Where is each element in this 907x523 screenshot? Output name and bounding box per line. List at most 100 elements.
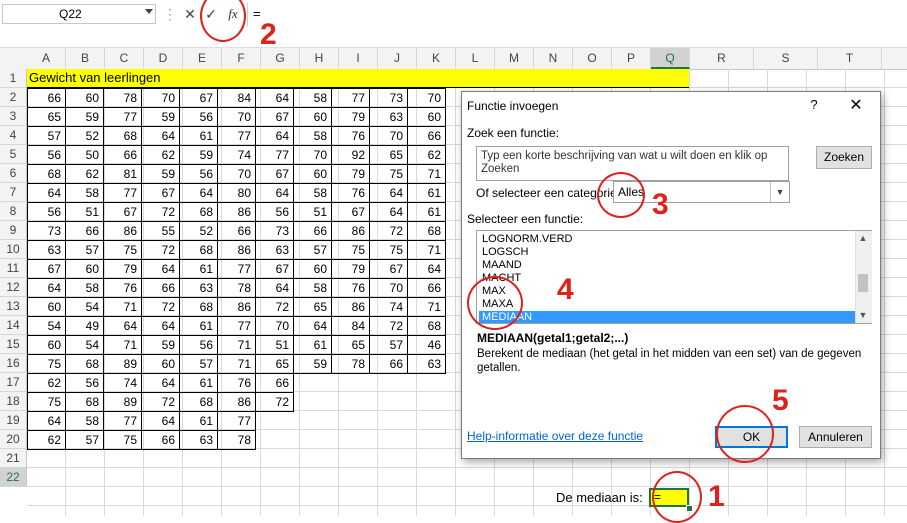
data-cell[interactable]: 64: [141, 411, 180, 431]
function-list-item[interactable]: LOGNORM.VERD: [479, 233, 858, 246]
data-cell[interactable]: 58: [65, 278, 104, 298]
data-cell[interactable]: 67: [103, 202, 142, 222]
data-cell[interactable]: 52: [65, 126, 104, 146]
scroll-up-icon[interactable]: ▲: [855, 233, 871, 243]
data-cell[interactable]: 66: [103, 145, 142, 165]
data-cell[interactable]: 60: [293, 107, 332, 127]
data-cell[interactable]: 62: [407, 145, 446, 165]
data-cell[interactable]: 86: [331, 297, 370, 317]
data-cell[interactable]: 86: [217, 240, 256, 260]
data-cell[interactable]: 66: [65, 221, 104, 241]
data-cell[interactable]: 56: [179, 335, 218, 355]
data-cell[interactable]: 54: [27, 316, 66, 336]
data-cell[interactable]: 72: [369, 221, 408, 241]
data-cell[interactable]: 89: [103, 354, 142, 374]
data-cell[interactable]: 58: [65, 183, 104, 203]
data-cell[interactable]: 50: [65, 145, 104, 165]
data-cell[interactable]: [408, 393, 446, 412]
data-cell[interactable]: 68: [27, 164, 66, 184]
data-cell[interactable]: 74: [103, 373, 142, 393]
data-cell[interactable]: 67: [255, 107, 294, 127]
data-cell[interactable]: 62: [27, 430, 66, 450]
function-list-item[interactable]: MAAND: [479, 259, 858, 272]
column-header-q[interactable]: Q: [651, 48, 690, 69]
column-header-m[interactable]: M: [495, 48, 534, 69]
data-cell[interactable]: 68: [179, 202, 218, 222]
data-cell[interactable]: 75: [331, 240, 370, 260]
data-cell[interactable]: 66: [407, 278, 446, 298]
function-list-item[interactable]: LOGSCH: [479, 246, 858, 259]
data-cell[interactable]: 46: [407, 335, 446, 355]
data-cell[interactable]: 75: [369, 240, 408, 260]
data-cell[interactable]: 77: [217, 316, 256, 336]
data-cell[interactable]: 64: [141, 316, 180, 336]
data-cell[interactable]: 59: [293, 354, 332, 374]
name-box[interactable]: Q22: [2, 4, 156, 24]
data-cell[interactable]: 57: [27, 126, 66, 146]
function-list-item[interactable]: MAXA: [479, 298, 858, 311]
function-list-item[interactable]: MAX: [479, 285, 858, 298]
data-cell[interactable]: 60: [293, 164, 332, 184]
data-cell[interactable]: 58: [293, 278, 332, 298]
row-header-3[interactable]: 3: [0, 107, 27, 126]
data-cell[interactable]: [294, 393, 332, 412]
data-cell[interactable]: 61: [293, 335, 332, 355]
data-cell[interactable]: 68: [65, 354, 104, 374]
cancel-icon[interactable]: ✕: [182, 5, 198, 23]
data-cell[interactable]: 77: [103, 107, 142, 127]
data-cell[interactable]: 67: [255, 164, 294, 184]
data-cell[interactable]: 71: [407, 297, 446, 317]
data-cell[interactable]: 60: [293, 259, 332, 279]
data-cell[interactable]: 76: [331, 278, 370, 298]
data-cell[interactable]: 89: [103, 392, 142, 412]
data-cell[interactable]: 63: [179, 430, 218, 450]
row-header-13[interactable]: 13: [0, 297, 27, 316]
row-header-20[interactable]: 20: [0, 430, 27, 449]
data-cell[interactable]: 86: [103, 221, 142, 241]
row-header-4[interactable]: 4: [0, 126, 27, 145]
data-cell[interactable]: 71: [217, 354, 256, 374]
data-cell[interactable]: 56: [65, 373, 104, 393]
data-cell[interactable]: 57: [179, 354, 218, 374]
data-cell[interactable]: 62: [141, 145, 180, 165]
data-cell[interactable]: 86: [331, 221, 370, 241]
data-cell[interactable]: 78: [217, 278, 256, 298]
row-header-1[interactable]: 1: [0, 69, 27, 88]
close-icon[interactable]: ✕: [847, 95, 865, 115]
data-cell[interactable]: 86: [217, 392, 256, 412]
data-cell[interactable]: 80: [217, 183, 256, 203]
data-cell[interactable]: 65: [27, 107, 66, 127]
data-cell[interactable]: 72: [141, 392, 180, 412]
data-cell[interactable]: 78: [103, 88, 142, 108]
data-cell[interactable]: 66: [141, 278, 180, 298]
data-cell[interactable]: 79: [331, 164, 370, 184]
data-cell[interactable]: 68: [407, 221, 446, 241]
data-cell[interactable]: [294, 431, 332, 450]
data-cell[interactable]: 65: [331, 335, 370, 355]
data-cell[interactable]: 56: [255, 202, 294, 222]
data-cell[interactable]: 66: [27, 88, 66, 108]
column-header-d[interactable]: D: [144, 48, 183, 69]
row-header-14[interactable]: 14: [0, 316, 27, 335]
data-cell[interactable]: 79: [103, 259, 142, 279]
row-header-19[interactable]: 19: [0, 411, 27, 430]
column-header-i[interactable]: I: [339, 48, 378, 69]
column-header-o[interactable]: O: [573, 48, 612, 69]
data-cell[interactable]: 52: [179, 221, 218, 241]
data-cell[interactable]: 64: [141, 126, 180, 146]
data-cell[interactable]: 75: [103, 430, 142, 450]
data-cell[interactable]: 68: [179, 297, 218, 317]
data-cell[interactable]: 68: [65, 392, 104, 412]
data-cell[interactable]: 75: [103, 240, 142, 260]
data-cell[interactable]: 66: [255, 373, 294, 393]
chevron-down-icon[interactable]: [145, 9, 153, 14]
data-cell[interactable]: [370, 374, 408, 393]
data-cell[interactable]: 58: [293, 88, 332, 108]
scroll-thumb[interactable]: [858, 274, 868, 292]
data-cell[interactable]: 63: [255, 240, 294, 260]
row-header-8[interactable]: 8: [0, 202, 27, 221]
data-cell[interactable]: 57: [369, 335, 408, 355]
data-cell[interactable]: 58: [293, 183, 332, 203]
column-header-s[interactable]: S: [754, 48, 818, 69]
data-cell[interactable]: 64: [27, 183, 66, 203]
